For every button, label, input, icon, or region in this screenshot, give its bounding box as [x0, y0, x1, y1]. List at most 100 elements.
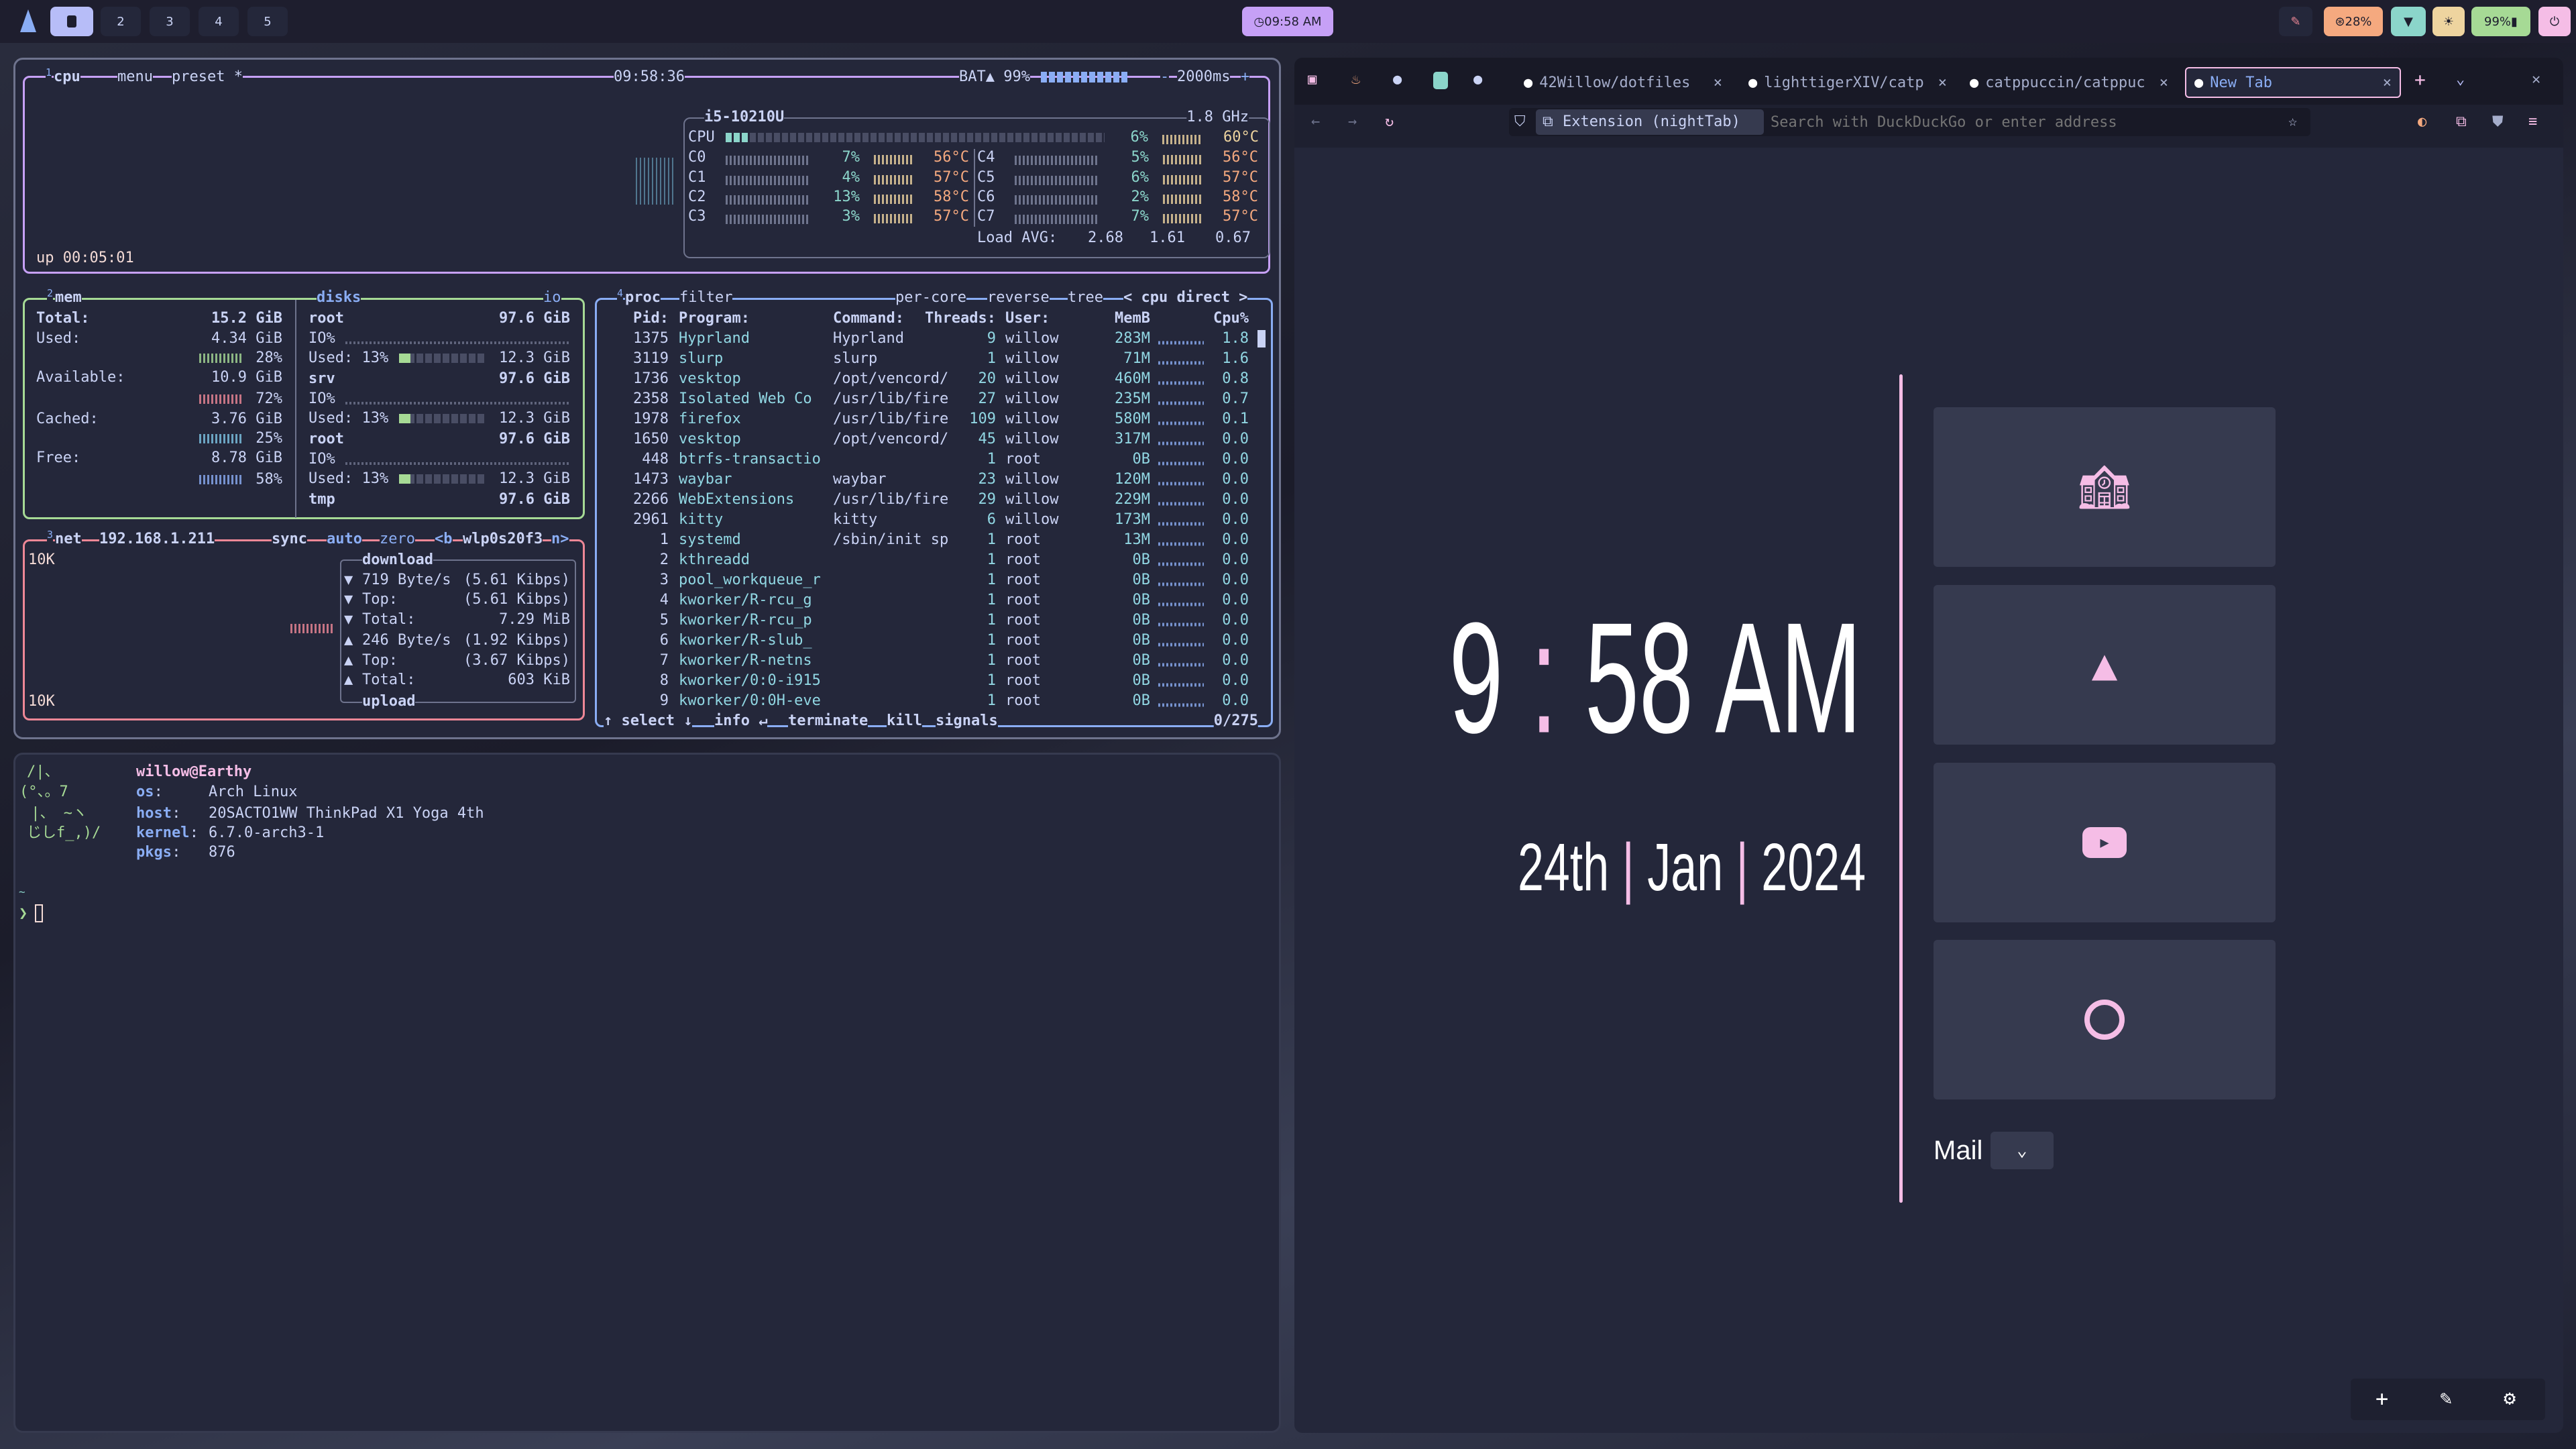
proc-tree[interactable]: tree [1068, 288, 1103, 308]
settings-gear-icon[interactable]: ⚙ [2504, 1389, 2516, 1409]
tab-list-button[interactable]: ⌄ [2456, 70, 2465, 90]
proc-reverse[interactable]: reverse [987, 288, 1050, 308]
net-arrow: ▲ [344, 672, 353, 688]
workspace-4[interactable]: 4 [199, 7, 239, 36]
process-threads: 1 [987, 672, 996, 689]
battery-widget[interactable]: 99% ▮ [2471, 7, 2530, 36]
shield-icon[interactable]: ⛉ [1514, 112, 1526, 132]
chatgpt-icon[interactable] [1433, 72, 1448, 89]
workspace-5[interactable]: 5 [247, 7, 288, 36]
date-month: Jan [1647, 830, 1724, 905]
core-label: C5 [977, 169, 995, 186]
fetch-colon: : [172, 805, 181, 822]
header-program[interactable]: Program: [679, 309, 750, 329]
power-button[interactable]: ⏻ [2538, 7, 2571, 36]
terminate-button[interactable]: terminate [788, 711, 869, 731]
fetch-value: 6.7.0-arch3-1 [209, 824, 325, 841]
process-user: willow [1005, 390, 1059, 407]
header-command[interactable]: Command: [833, 309, 904, 329]
wifi-widget[interactable]: ▼ [2391, 7, 2426, 36]
preset-button[interactable]: preset * [172, 67, 243, 87]
back-button[interactable]: ← [1311, 112, 1320, 132]
process-pid: 2358 [633, 390, 669, 407]
bookmark-tile-youtube[interactable]: ▶ [1934, 763, 2276, 922]
mem-label: Used: [36, 330, 81, 347]
search-engine-dropdown[interactable]: ⌄ [1991, 1132, 2054, 1169]
browser-tab[interactable]: ● New Tab × [2185, 67, 2401, 98]
clock-widget[interactable]: ◷ 09:58 AM [1242, 7, 1333, 36]
header-threads[interactable]: Threads: [925, 309, 996, 329]
close-tab-icon[interactable]: × [1714, 74, 1722, 91]
close-tab-icon[interactable]: × [2383, 74, 2392, 91]
net-auto-toggle[interactable]: auto [327, 529, 362, 549]
header-mem[interactable]: MemB [1115, 309, 1150, 329]
header-cpu[interactable]: Cpu% [1213, 309, 1249, 329]
sidebar-icon[interactable]: ▣ [1308, 70, 1317, 90]
menu-button[interactable]: menu [117, 67, 153, 87]
browser-tab[interactable]: ● 42Willow/dotfiles × [1516, 67, 1730, 98]
menu-icon[interactable]: ≡ [2528, 112, 2537, 132]
process-threads: 29 [978, 491, 997, 508]
net-graph [290, 624, 333, 633]
arch-logo-icon[interactable] [20, 9, 36, 32]
ublock-icon[interactable]: ⛊ [2492, 112, 2504, 132]
net-zero-toggle[interactable]: zero [380, 529, 415, 549]
proc-sort[interactable]: < cpu direct > [1123, 288, 1248, 308]
date-year: 2024 [1761, 830, 1866, 905]
bookmark-tile-drive[interactable]: ▲ [1934, 585, 2276, 745]
interval-decrease[interactable]: - [1160, 67, 1170, 87]
browser-tab[interactable]: ● catppuccin/catppuc × [1962, 67, 2176, 98]
browser-tab[interactable]: ● lighttigerXIV/catp × [1740, 67, 1955, 98]
brightness-widget[interactable]: ☀ [2432, 7, 2465, 36]
close-window-button[interactable]: ✕ [2532, 70, 2540, 90]
extensions-icon[interactable]: ⧉ [2456, 112, 2467, 132]
net-iface-prev[interactable]: <b [435, 529, 453, 549]
process-mem: 283M [1115, 330, 1150, 347]
rooster-icon[interactable]: ♨ [1351, 70, 1360, 90]
info-button[interactable]: info ↵ [714, 711, 768, 731]
bookmark-tile-school[interactable]: 🏫︎ [1934, 407, 2276, 567]
workspace-2[interactable]: 2 [101, 7, 141, 36]
io-toggle[interactable]: io [543, 288, 561, 308]
extension-darkreader-icon[interactable]: ◐ [2418, 112, 2426, 132]
interval-increase[interactable]: + [1241, 67, 1250, 87]
tray-icon[interactable]: ✎ [2279, 7, 2312, 36]
signals-button[interactable]: signals [936, 711, 998, 731]
core-temp: 58°C [934, 189, 969, 205]
kill-button[interactable]: kill [887, 711, 922, 731]
github-icon[interactable]: ● [1393, 70, 1402, 90]
new-tab-button[interactable]: + [2414, 70, 2426, 90]
select-button[interactable]: ↑ select ↓ [604, 711, 693, 731]
bookmark-star-icon[interactable]: ☆ [2288, 112, 2297, 132]
reload-button[interactable]: ↻ [1385, 112, 1394, 132]
proc-per-core[interactable]: per-core [895, 288, 966, 308]
core-pct: 5% [1131, 149, 1150, 166]
forward-button[interactable]: → [1348, 112, 1357, 132]
workspace-3[interactable]: 3 [150, 7, 190, 36]
cpu-widget[interactable]: ⊛ 28% [2324, 7, 2383, 36]
process-cpu-graph [1158, 401, 1204, 405]
github-icon[interactable]: ● [1473, 70, 1482, 90]
edit-pencil-icon[interactable]: ✎ [2440, 1389, 2452, 1409]
process-threads: 1 [987, 592, 996, 608]
cpu-clock: 09:58:36 [614, 67, 685, 87]
process-mem: 0B [1132, 451, 1151, 468]
process-cpu-graph [1158, 663, 1204, 667]
proc-filter[interactable]: filter [679, 288, 733, 308]
header-user[interactable]: User: [1005, 309, 1050, 329]
url-input[interactable] [1771, 111, 2267, 133]
process-mem: 0B [1132, 652, 1151, 669]
process-mem: 0B [1132, 572, 1151, 588]
net-iface-next[interactable]: n> [551, 529, 569, 549]
process-user: root [1005, 632, 1041, 649]
close-tab-icon[interactable]: × [2160, 74, 2168, 91]
net-sync-toggle[interactable]: sync [272, 529, 307, 549]
core-temp: 57°C [1223, 208, 1258, 225]
workspace-1[interactable] [50, 7, 93, 36]
process-user: willow [1005, 411, 1059, 427]
proc-scrollbar[interactable] [1257, 330, 1266, 347]
bookmark-tile-github[interactable] [1934, 940, 2276, 1099]
close-tab-icon[interactable]: × [1938, 74, 1947, 91]
header-pid[interactable]: Pid: [633, 309, 669, 329]
add-button[interactable]: + [2375, 1388, 2388, 1409]
